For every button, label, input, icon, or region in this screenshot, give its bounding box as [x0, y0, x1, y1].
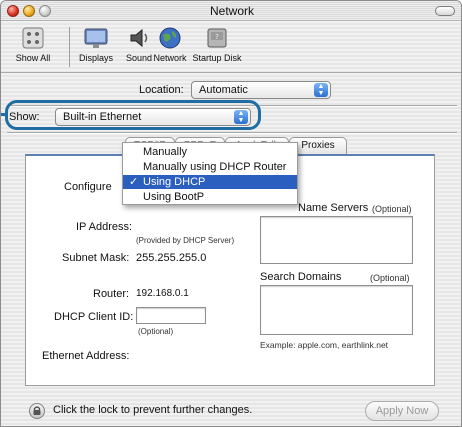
location-label: Location: [139, 84, 184, 96]
menu-item-using-dhcp[interactable]: ✓ Using DHCP [123, 175, 297, 189]
toolbar-show-all[interactable]: Show All [5, 25, 61, 63]
toolbar-network[interactable]: Network [147, 25, 193, 63]
bottom-bar: Click the lock to prevent further change… [1, 394, 461, 426]
updown-arrows-icon: ▲ ▼ [234, 110, 248, 124]
menu-item-manually-dhcp-router[interactable]: Manually using DHCP Router [123, 160, 297, 174]
globe-icon [159, 27, 181, 49]
router-value: 192.168.0.1 [136, 288, 189, 299]
window-title: Network [209, 4, 254, 18]
lock-icon[interactable] [29, 403, 45, 419]
show-value: Built-in Ethernet [63, 111, 142, 123]
ethernet-address-label: Ethernet Address: [42, 350, 130, 362]
apple-icon [22, 27, 44, 49]
menu-item-label: Using DHCP [143, 176, 206, 188]
svg-text:?: ? [215, 33, 219, 41]
subnet-mask-value: 255.255.255.0 [136, 252, 207, 264]
location-row: Location: Automatic ▲ ▼ [1, 81, 461, 101]
dhcp-client-id-label: DHCP Client ID: [54, 311, 134, 323]
dhcp-client-id-value [137, 309, 140, 320]
toolbar-item-label: Show All [15, 53, 51, 63]
dns-label: Name Servers [298, 202, 369, 214]
menu-item-manually[interactable]: Manually [123, 145, 297, 159]
toolbar-toggle-button[interactable] [435, 6, 455, 16]
search-domains-label: Search Domains [260, 271, 342, 283]
toolbar-separator [69, 27, 70, 67]
padlock-icon [33, 406, 41, 415]
location-value: Automatic [199, 84, 248, 96]
search-domains-field[interactable] [260, 285, 413, 335]
toolbar-item-label: Network [153, 53, 187, 63]
updown-arrows-icon: ▲ ▼ [314, 83, 328, 97]
toolbar-item-label: Displays [78, 53, 113, 63]
dns-servers-field[interactable] [260, 216, 413, 264]
divider [7, 132, 457, 134]
display-icon [84, 28, 108, 48]
subnet-mask-label: Subnet Mask: [62, 252, 130, 264]
hard-disk-icon: ? [207, 28, 227, 48]
location-popup[interactable]: Automatic ▲ ▼ [191, 81, 331, 99]
configure-label: Configure [64, 181, 112, 193]
preferences-toolbar: Show All Displays Sound Network ? Startu… [1, 21, 461, 73]
menu-item-using-bootp[interactable]: Using BootP [123, 190, 297, 204]
search-domains-optional: (Optional) [370, 273, 410, 283]
checkmark-icon: ✓ [129, 176, 139, 188]
apply-now-button[interactable]: Apply Now [365, 401, 439, 421]
search-domains-example: Example: apple.com, earthlink.net [260, 340, 389, 350]
toolbar-item-label: Startup Disk [192, 53, 242, 63]
router-label: Router: [93, 288, 130, 300]
ip-address-hint: (Provided by DHCP Server) [136, 236, 235, 245]
title-bar[interactable]: Network [1, 1, 461, 21]
dhcp-client-id-field[interactable] [136, 307, 206, 324]
lock-text: Click the lock to prevent further change… [53, 404, 253, 416]
ip-address-label: IP Address: [76, 221, 133, 233]
network-preferences-window: Network Show All Displays Sound Network … [0, 0, 462, 427]
dhcp-client-id-hint: (Optional) [138, 327, 174, 336]
toolbar-displays[interactable]: Displays [73, 25, 119, 63]
dns-optional: (Optional) [372, 204, 412, 214]
show-label: Show: [9, 111, 40, 123]
toolbar-startup-disk[interactable]: ? Startup Disk [189, 25, 245, 63]
configure-menu: Manually Manually using DHCP Router ✓ Us… [122, 142, 298, 205]
show-popup[interactable]: Built-in Ethernet ▲ ▼ [55, 108, 251, 126]
